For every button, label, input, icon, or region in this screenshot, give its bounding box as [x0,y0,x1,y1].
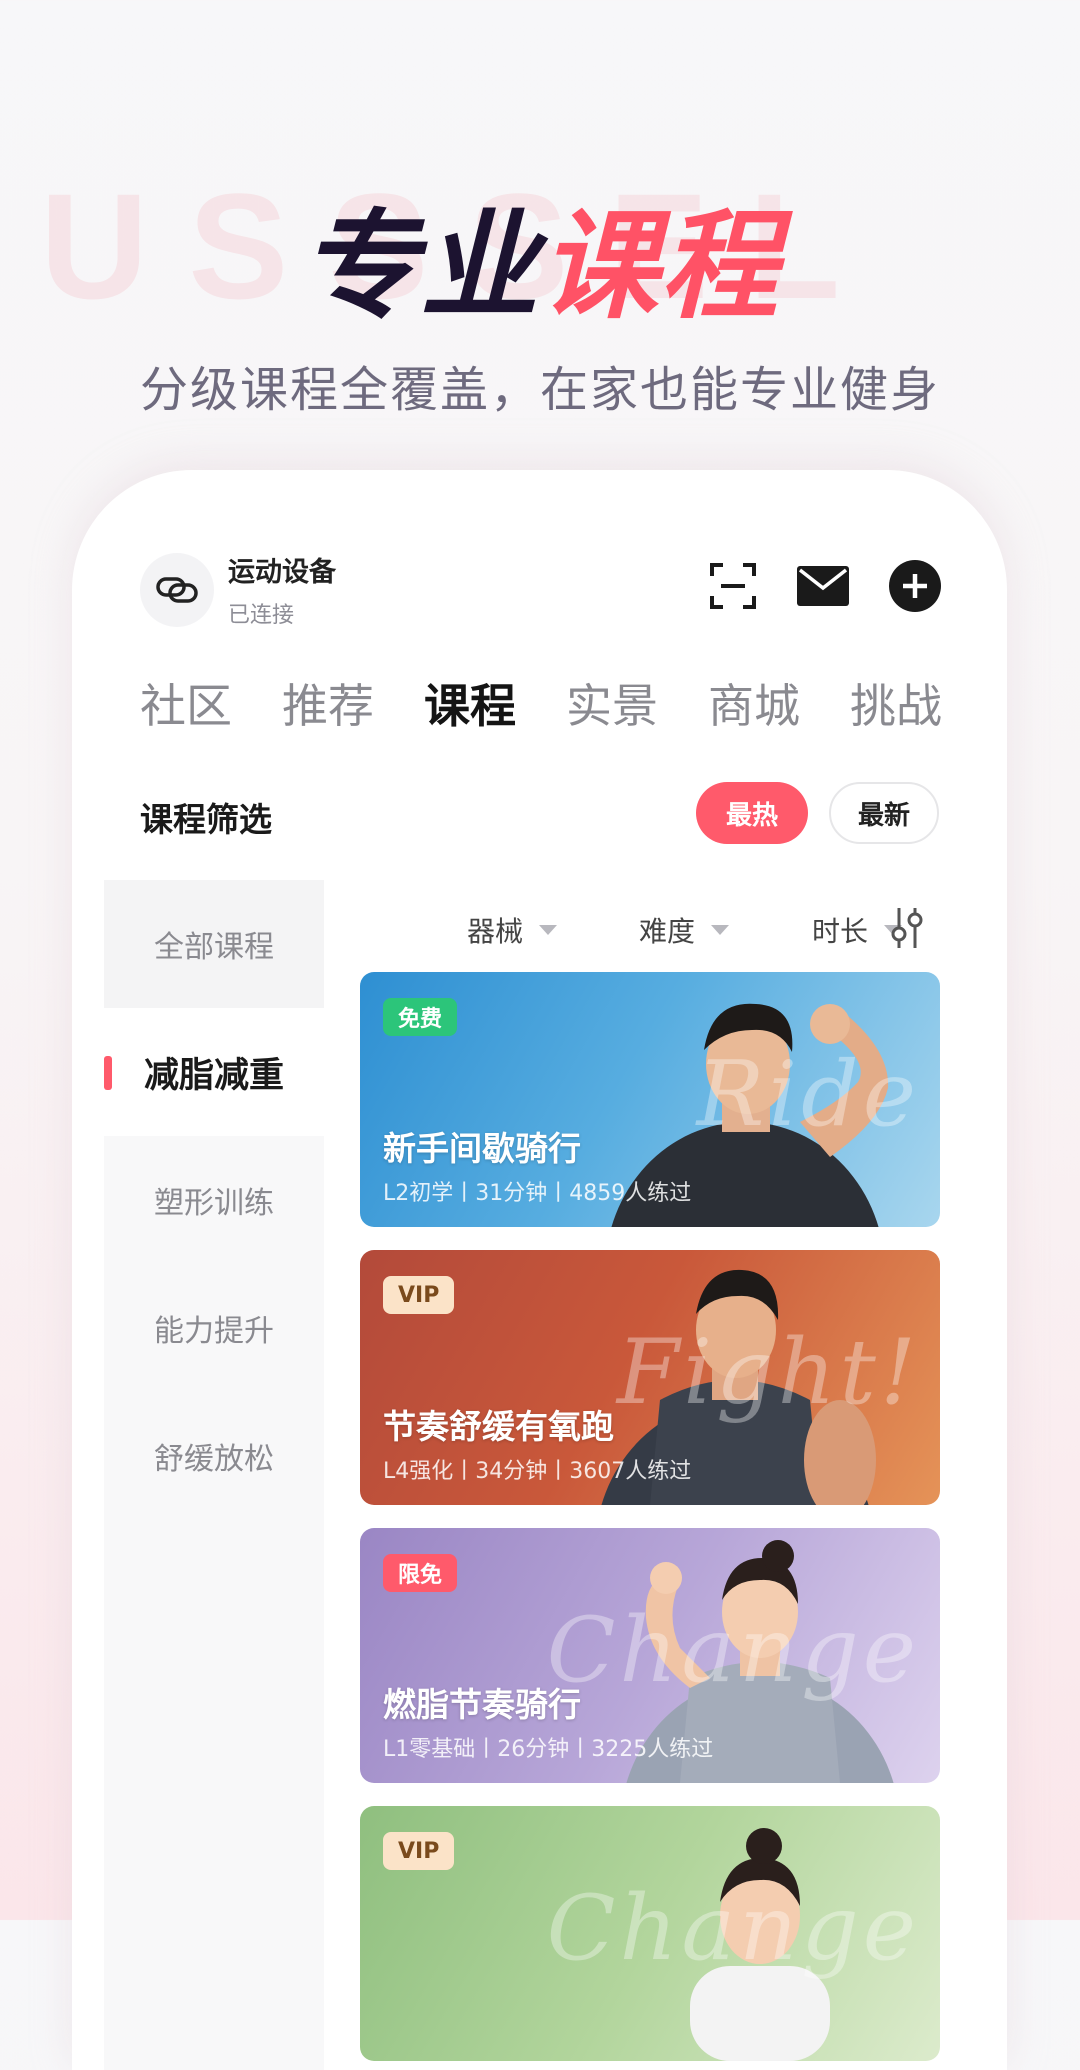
filter-settings-icon[interactable] [889,904,925,956]
vip-badge: VIP [383,1276,455,1314]
difficulty-dropdown[interactable]: 难度 [639,910,730,950]
scan-icon[interactable] [709,562,757,610]
card-decoration-text: Change [546,1598,920,1703]
category-fat-loss[interactable]: 减脂减重 [104,1008,324,1136]
tab-courses[interactable]: 课程 [424,670,516,736]
card-decoration-text: Fight! [616,1320,920,1425]
category-all[interactable]: 全部课程 [104,880,324,1008]
category-relax[interactable]: 舒缓放松 [104,1392,324,1520]
filter-dropdowns: 器械 难度 时长 [329,896,939,966]
device-name: 运动设备 [228,557,336,588]
free-badge: 免费 [383,998,458,1036]
sort-hottest-button[interactable]: 最热 [696,782,808,844]
equipment-dropdown-label: 器械 [467,915,524,948]
card-decoration-text: Change [546,1876,920,1981]
tab-challenge[interactable]: 挑战 [850,670,942,736]
sort-newest-button[interactable]: 最新 [829,782,939,844]
mail-icon[interactable] [797,566,849,606]
category-shaping[interactable]: 塑形训练 [104,1136,324,1264]
card-decoration-text: Ride [696,1042,920,1147]
chevron-down-icon [711,925,730,935]
course-title: 新手间歇骑行 [383,1129,581,1168]
duration-dropdown-label: 时长 [812,915,869,948]
add-icon[interactable] [889,560,941,612]
tab-community[interactable]: 社区 [140,670,232,736]
hero-subtitle: 分级课程全覆盖，在家也能专业健身 [139,362,940,418]
device-status: 已连接 [228,603,295,628]
difficulty-dropdown-label: 难度 [639,915,696,948]
course-title: 节奏舒缓有氧跑 [383,1407,614,1446]
device-status-widget[interactable]: 运动设备 已连接 [140,550,336,629]
hero-title-part1: 专业 [299,197,540,335]
course-card[interactable]: Change 限免 燃脂节奏骑行 L1零基础丨26分钟丨3225人练过 [360,1528,940,1783]
course-card[interactable]: Fight! VIP 节奏舒缓有氧跑 L4强化丨34分钟丨3607人练过 [360,1250,940,1505]
course-meta: L4强化丨34分钟丨3607人练过 [383,1459,692,1484]
course-card[interactable]: Ride 免费 新手间歇骑行 L2初学丨31分钟丨4859人练过 [360,972,940,1227]
course-filter-title: 课程筛选 [140,800,272,839]
link-icon [140,552,214,627]
vip-badge: VIP [383,1832,455,1870]
equipment-dropdown[interactable]: 器械 [467,910,558,950]
course-title: 燃脂节奏骑行 [383,1685,581,1724]
hero-title-part2: 课程 [540,197,781,335]
tab-recommend[interactable]: 推荐 [282,670,374,736]
course-meta: L2初学丨31分钟丨4859人练过 [383,1181,692,1206]
tab-shop[interactable]: 商城 [708,670,800,736]
limited-free-badge: 限免 [383,1554,458,1592]
tab-scenery[interactable]: 实景 [566,670,658,736]
course-card[interactable]: Change VIP [360,1806,940,2061]
hero-title: 专业课程 [0,170,1080,341]
phone-frame: 运动设备 已连接 社区 推荐 课程 实景 商城 挑战 课程筛选 最热 最新 全部… [72,470,1007,2070]
chevron-down-icon [539,925,558,935]
course-meta: L1零基础丨26分钟丨3225人练过 [383,1737,714,1762]
category-sidebar: 全部课程 减脂减重 塑形训练 能力提升 舒缓放松 [104,880,324,2070]
category-ability[interactable]: 能力提升 [104,1264,324,1392]
main-tabs: 社区 推荐 课程 实景 商城 挑战 [140,670,942,736]
